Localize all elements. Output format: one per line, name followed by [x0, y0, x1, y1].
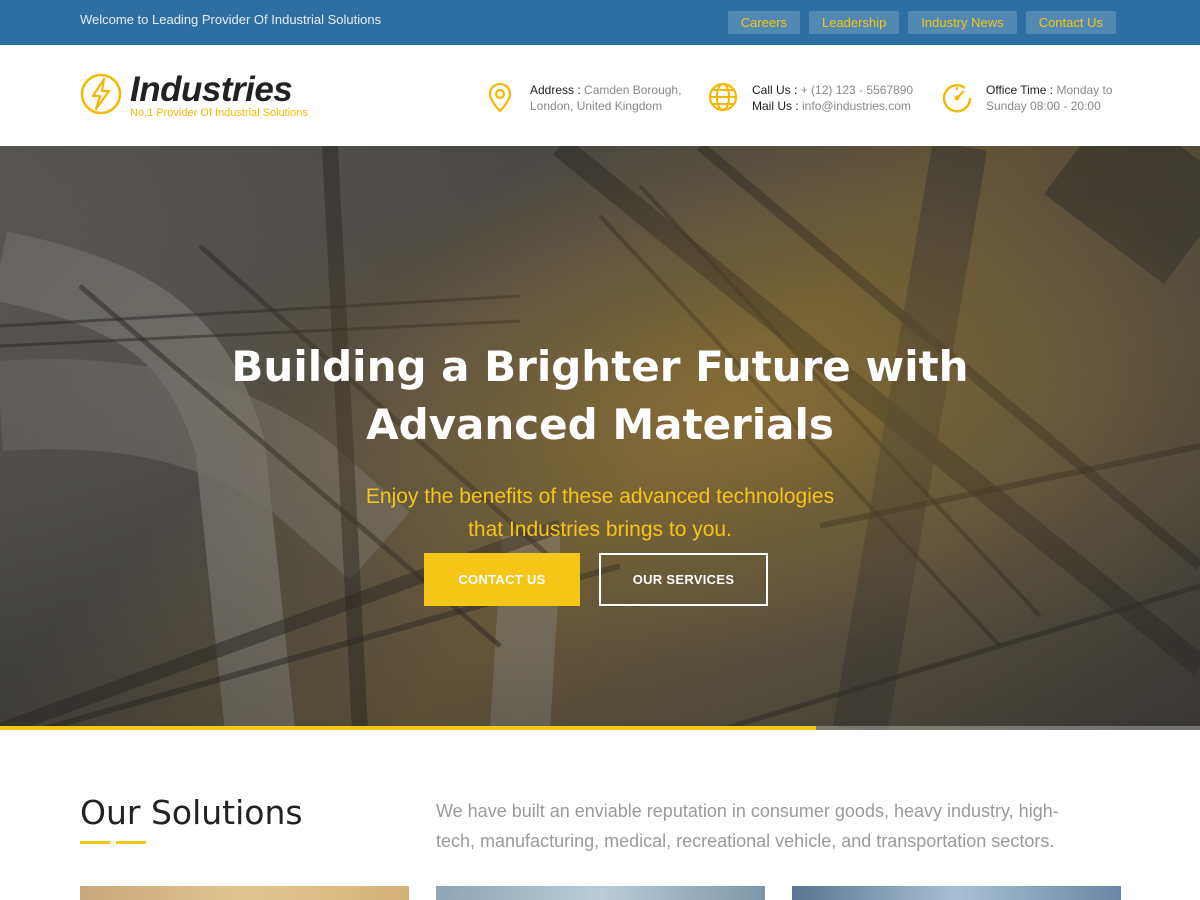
- mail-value[interactable]: info@industries.com: [802, 99, 911, 113]
- solution-card-image[interactable]: [436, 886, 765, 900]
- contact-us-link[interactable]: Contact Us: [1025, 11, 1116, 34]
- gauge-clock-icon: [943, 84, 972, 113]
- contact-info: Call Us : + (12) 123 - 5567890 Mail Us :…: [709, 82, 919, 122]
- contact-us-button[interactable]: CONTACT US: [424, 553, 580, 606]
- hero-title-line-2: Advanced Materials: [366, 400, 834, 449]
- hero-title: Building a Brighter Future with Advanced…: [150, 338, 1050, 454]
- solution-card-image[interactable]: [792, 886, 1121, 900]
- office-line-1: Monday to: [1056, 83, 1113, 97]
- hero-slider: Building a Brighter Future with Advanced…: [0, 146, 1200, 730]
- leadership-link[interactable]: Leadership: [808, 11, 900, 34]
- call-label: Call Us :: [752, 83, 798, 97]
- call-value[interactable]: + (12) 123 - 5567890: [801, 83, 913, 97]
- welcome-text: Welcome to Leading Provider Of Industria…: [80, 12, 382, 27]
- solutions-title: Our Solutions: [80, 793, 303, 832]
- mail-label: Mail Us :: [752, 99, 799, 113]
- site-logo[interactable]: Industries No.1 Provider Of Industrial S…: [80, 70, 330, 124]
- logo-tagline: No.1 Provider Of Industrial Solutions: [130, 107, 308, 119]
- hero-subtitle-line-1: Enjoy the benefits of these advanced tec…: [365, 485, 835, 508]
- slider-progress-fill: [0, 726, 816, 730]
- our-services-button[interactable]: OUR SERVICES: [599, 553, 768, 606]
- address-info: Address : Camden Borough, London, United…: [487, 82, 687, 122]
- site-header: Industries No.1 Provider Of Industrial S…: [0, 45, 1200, 146]
- address-line-2: London, United Kingdom: [530, 99, 663, 113]
- hero-subtitle: Enjoy the benefits of these advanced tec…: [300, 480, 900, 546]
- office-label: Office Time :: [986, 83, 1054, 97]
- careers-link[interactable]: Careers: [727, 11, 800, 34]
- hero-subtitle-line-2: that Industries brings to you.: [468, 518, 732, 541]
- underline-segment: [80, 841, 110, 844]
- top-bar: Welcome to Leading Provider Of Industria…: [0, 0, 1200, 45]
- globe-icon: [709, 82, 738, 112]
- office-line-2: Sunday 08:00 - 20:00: [986, 99, 1101, 113]
- logo-title: Industries: [130, 70, 293, 109]
- hero-title-line-1: Building a Brighter Future with: [231, 342, 969, 391]
- address-label: Address :: [530, 83, 581, 97]
- slider-progress-bar: [0, 726, 1200, 730]
- map-pin-icon: [488, 82, 512, 113]
- solutions-title-underline: [80, 841, 146, 844]
- industry-news-link[interactable]: Industry News: [908, 11, 1017, 34]
- top-links: Careers Leadership Industry News Contact…: [727, 11, 1116, 34]
- solutions-description: We have built an enviable reputation in …: [436, 801, 1059, 851]
- underline-segment: [116, 841, 146, 844]
- address-line-1: Camden Borough,: [584, 83, 682, 97]
- lightning-logo-icon: [80, 73, 122, 115]
- office-time-info: Office Time : Monday to Sunday 08:00 - 2…: [943, 82, 1123, 122]
- solution-card-image[interactable]: [80, 886, 409, 900]
